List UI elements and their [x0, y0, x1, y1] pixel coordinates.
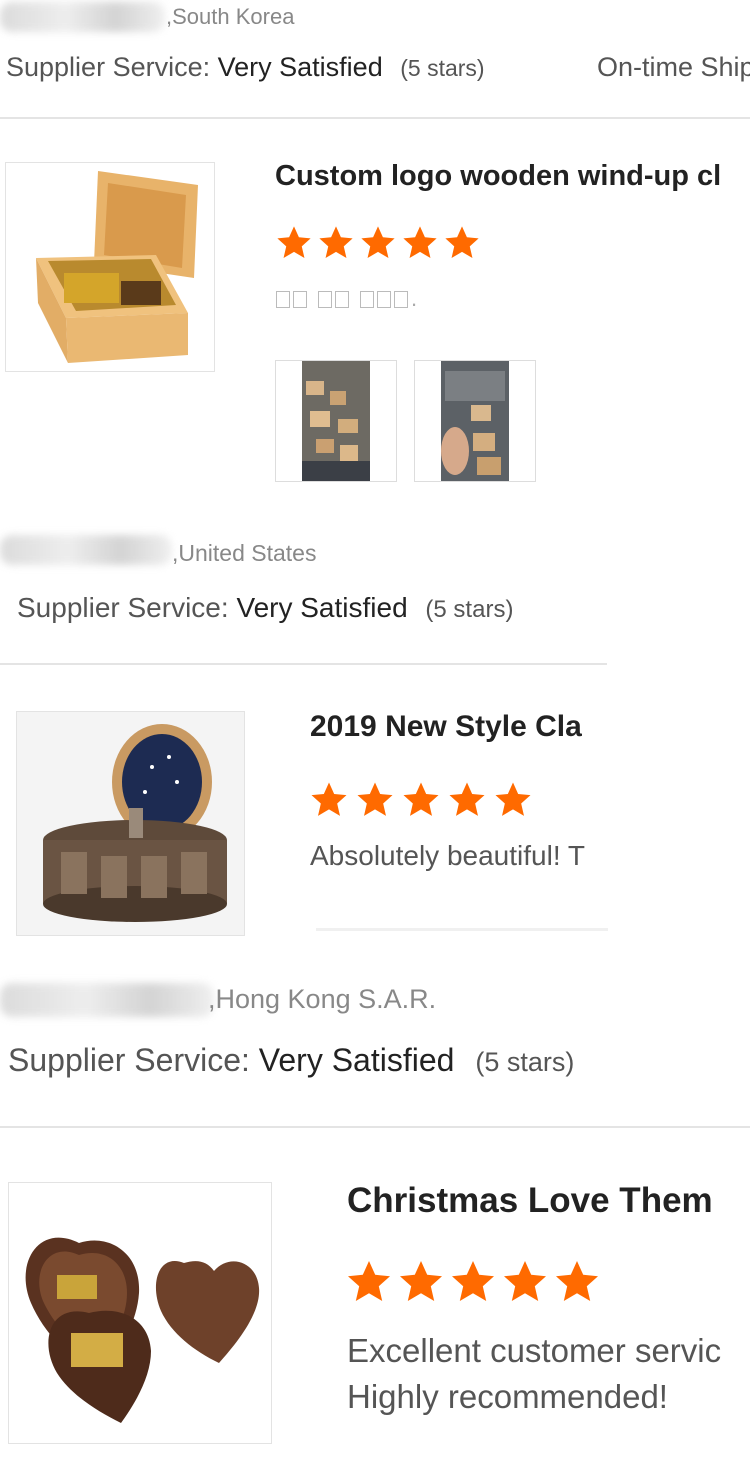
rating-stars [273, 224, 483, 262]
star-icon [361, 226, 395, 259]
star-icon [403, 782, 439, 816]
reviewer-country: ,Hong Kong S.A.R. [208, 984, 437, 1014]
reviewer-name-blurred [0, 535, 172, 565]
supplier-service-value: Very Satisfied [236, 592, 408, 623]
heart-music-box-image [25, 1237, 260, 1423]
star-icon [445, 226, 479, 259]
divider [316, 928, 608, 931]
review-text-punct: . [411, 286, 418, 311]
product-title[interactable]: Custom logo wooden wind-up cl [275, 160, 750, 193]
star-icon [556, 1261, 598, 1301]
star-icon [348, 1261, 390, 1301]
reviewer-name-blurred [0, 2, 165, 32]
supplier-service-label: Supplier Service: [17, 592, 229, 623]
reviewer-country: ,United States [172, 540, 317, 566]
product-thumbnail[interactable] [5, 162, 215, 372]
review-photo-image [441, 361, 509, 481]
star-icon [403, 226, 437, 259]
product-thumbnail[interactable] [16, 711, 245, 936]
star-icon [495, 782, 531, 816]
supplier-service-label: Supplier Service: [8, 1042, 250, 1078]
review-photo[interactable] [275, 360, 397, 482]
star-icon [400, 1261, 442, 1301]
wooden-music-box-image [36, 171, 198, 363]
vintage-music-box-image [17, 712, 244, 935]
supplier-service-rating: Supplier Service: Very Satisfied (5 star… [8, 1042, 574, 1079]
rating-stars [306, 780, 536, 820]
review-text: Absolutely beautiful! T [310, 840, 585, 871]
supplier-service-rating: Supplier Service: Very Satisfied (5 star… [6, 52, 485, 83]
review-text-line: Highly recommended! [347, 1378, 668, 1415]
supplier-service-stars: (5 stars) [425, 596, 514, 623]
supplier-service-value: Very Satisfied [217, 52, 383, 82]
star-icon [277, 226, 311, 259]
product-title[interactable]: Christmas Love Them [347, 1181, 750, 1221]
product-thumbnail[interactable] [8, 1182, 272, 1444]
shipment-rating-label: On-time Ship [597, 52, 750, 82]
review-photo[interactable] [414, 360, 536, 482]
rating-stars [343, 1258, 603, 1306]
reviewer-country: ,South Korea [166, 4, 295, 29]
review-text: . [276, 286, 417, 312]
review-text-line: Excellent customer servic [347, 1332, 722, 1369]
divider [0, 663, 607, 665]
product-title[interactable]: 2019 New Style Cla [310, 710, 608, 744]
star-icon [319, 226, 353, 259]
reviewer-name-blurred [0, 983, 214, 1017]
supplier-service-label: Supplier Service: [6, 52, 211, 82]
supplier-service-stars: (5 stars) [400, 55, 485, 81]
star-icon [452, 1261, 494, 1301]
supplier-service-stars: (5 stars) [475, 1047, 575, 1077]
star-icon [449, 782, 485, 816]
supplier-service-value: Very Satisfied [258, 1042, 455, 1078]
divider [0, 117, 750, 119]
star-icon [504, 1261, 546, 1301]
supplier-service-rating: Supplier Service: Very Satisfied (5 star… [17, 592, 513, 624]
star-icon [357, 782, 393, 816]
star-icon [311, 782, 347, 816]
divider [0, 1126, 750, 1128]
review-photo-image [302, 361, 370, 481]
